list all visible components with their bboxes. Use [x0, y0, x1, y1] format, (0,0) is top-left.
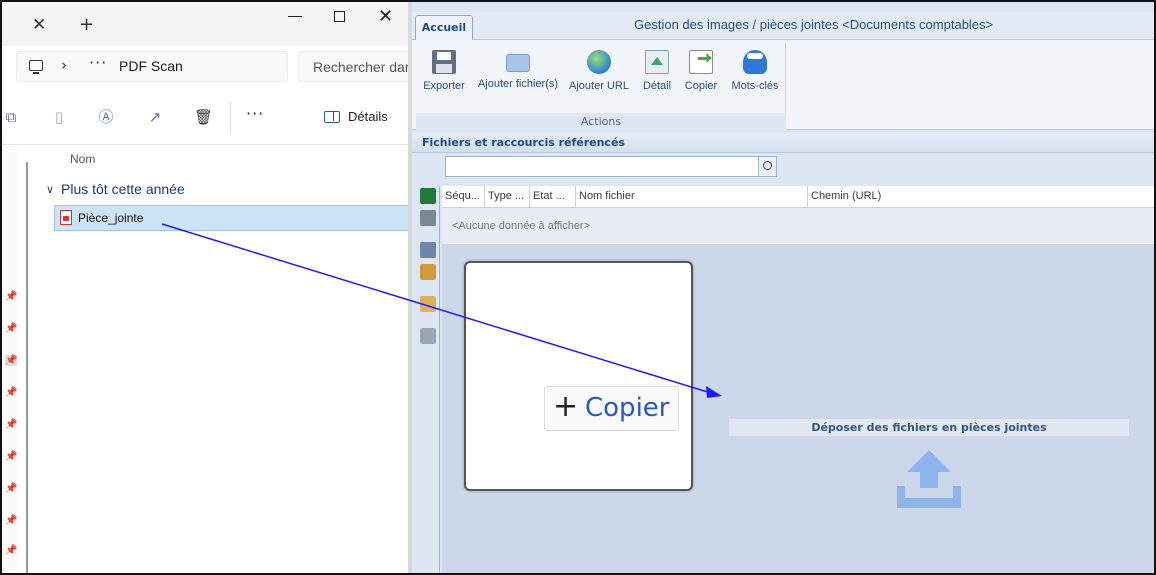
- copy-icon[interactable]: ⧉: [2, 108, 20, 126]
- export-label: Exporter: [423, 80, 465, 92]
- search-icon[interactable]: [759, 156, 777, 177]
- ribbon-group-actions: Exporter Ajouter fichier(s) Ajouter URL …: [416, 42, 786, 130]
- pdf-file-icon: [60, 210, 72, 225]
- pin-icon[interactable]: 📌: [5, 545, 17, 556]
- pin-icon[interactable]: 📌: [5, 291, 17, 302]
- save-icon: [432, 50, 456, 74]
- app-header: Accueil Gestion des images / pièces join…: [412, 12, 1154, 41]
- drop-zone-label: Déposer des fichiers en pièces jointes: [729, 419, 1129, 436]
- toolbar-divider: [230, 102, 231, 132]
- plus-icon: +: [553, 389, 579, 424]
- empty-message: <Aucune donnée à afficher>: [452, 220, 591, 232]
- search-input[interactable]: Rechercher dans: [298, 51, 410, 82]
- detail-button[interactable]: Détail: [640, 50, 674, 92]
- copy-icon: [689, 50, 713, 74]
- section-title: Fichiers et raccourcis référencés: [422, 136, 625, 149]
- address-bar[interactable]: › ··· PDF Scan: [16, 51, 288, 82]
- add-url-button[interactable]: Ajouter URL: [568, 50, 630, 92]
- keywords-button[interactable]: Mots-clés: [728, 50, 782, 92]
- window-title: Gestion des images / pièces jointes <Doc…: [634, 17, 994, 32]
- explorer-command-bar: ⧉ ▯ Ⓐ ↗ 🗑 ··· Détails: [2, 98, 410, 142]
- details-pane-icon[interactable]: [324, 111, 340, 123]
- pin-icon[interactable]: 📌: [5, 515, 17, 526]
- folder-icon: [506, 54, 530, 72]
- keywords-label: Mots-clés: [731, 80, 779, 92]
- close-tab-icon[interactable]: ✕: [32, 15, 46, 35]
- column-header-sequence[interactable]: Séqu...: [442, 186, 485, 208]
- section-header: Fichiers et raccourcis référencés: [412, 133, 1154, 153]
- paste-icon[interactable]: ▯: [50, 108, 68, 126]
- pin-icon[interactable]: 📌: [5, 355, 18, 366]
- chevron-right-icon[interactable]: ›: [61, 56, 67, 74]
- tab-accueil[interactable]: Accueil: [415, 15, 473, 41]
- copy-label: Copier: [684, 80, 718, 92]
- file-explorer-window: ✕ + ✕ › ··· PDF Scan Rechercher dans ⧉ ▯…: [2, 2, 410, 573]
- explorer-titlebar: ✕ + ✕: [2, 2, 410, 46]
- share-icon[interactable]: ↗: [146, 108, 164, 126]
- column-header-state[interactable]: Etat ...: [530, 186, 576, 208]
- add-files-button[interactable]: Ajouter fichier(s): [476, 50, 560, 90]
- minimize-icon[interactable]: [288, 16, 302, 17]
- new-tab-icon[interactable]: +: [79, 14, 94, 35]
- save-layout-icon[interactable]: [420, 210, 436, 226]
- group-header[interactable]: Plus tôt cette année: [61, 181, 185, 197]
- globe-icon: [587, 50, 611, 74]
- columns-icon[interactable]: [420, 242, 436, 258]
- search-input[interactable]: [445, 156, 759, 177]
- toolbar-separator: [2, 144, 410, 145]
- column-header-name[interactable]: Nom: [70, 152, 95, 166]
- drag-copy-badge: + Copier: [544, 386, 679, 431]
- details-button[interactable]: Détails: [348, 109, 388, 124]
- pin-icon[interactable]: 📌: [5, 323, 17, 334]
- breadcrumb-current-folder[interactable]: PDF Scan: [119, 58, 183, 74]
- filter-icon[interactable]: [420, 296, 436, 312]
- more-options-icon[interactable]: ···: [246, 104, 264, 123]
- file-name: Pièce_jointe: [78, 211, 144, 225]
- add-url-label: Ajouter URL: [569, 80, 629, 92]
- file-row[interactable]: Pièce_jointe: [54, 205, 410, 231]
- chart-icon[interactable]: [420, 264, 436, 280]
- pin-icon[interactable]: 📌: [5, 419, 17, 430]
- grid-empty-row: <Aucune donnée à afficher>: [442, 208, 1154, 244]
- rename-icon[interactable]: Ⓐ: [97, 108, 115, 126]
- export-button[interactable]: Exporter: [422, 50, 466, 92]
- navigation-scrollbar[interactable]: [26, 162, 28, 573]
- copy-button[interactable]: Copier: [682, 50, 720, 92]
- chevron-down-icon[interactable]: ∨: [46, 183, 54, 196]
- close-window-icon[interactable]: ✕: [378, 6, 393, 27]
- drag-preview: [464, 261, 693, 491]
- search-placeholder: Rechercher dans: [313, 59, 410, 75]
- grid-header: Séqu... Type ... Etat ... Nom fichier Ch…: [442, 186, 1154, 208]
- more-locations-icon[interactable]: ···: [89, 53, 107, 72]
- navigation-pane: 📌 📌 📌 📌 📌 📌 📌 📌 📌: [2, 145, 18, 573]
- tags-icon: [743, 50, 767, 74]
- column-header-type[interactable]: Type ...: [485, 186, 530, 208]
- detail-label: Détail: [642, 80, 672, 92]
- ribbon-group-label: Actions: [416, 113, 786, 130]
- drag-action-label: Copier: [585, 393, 670, 423]
- computer-icon: [29, 60, 43, 74]
- download-icon[interactable]: [420, 328, 436, 344]
- grid-side-toolbar: [418, 186, 440, 573]
- upload-icon: [897, 450, 961, 508]
- column-header-path[interactable]: Chemin (URL): [808, 186, 1154, 208]
- add-files-label: Ajouter fichier(s): [477, 78, 559, 90]
- pin-icon[interactable]: 📌: [5, 483, 17, 494]
- ribbon: Exporter Ajouter fichier(s) Ajouter URL …: [412, 40, 1154, 130]
- column-header-filename[interactable]: Nom fichier: [576, 186, 808, 208]
- excel-export-icon[interactable]: [420, 188, 436, 204]
- delete-icon[interactable]: 🗑: [194, 108, 213, 126]
- pin-icon[interactable]: 📌: [5, 387, 17, 398]
- pin-icon[interactable]: 📌: [5, 451, 17, 462]
- detail-icon: [645, 50, 669, 74]
- maximize-icon[interactable]: [334, 11, 345, 22]
